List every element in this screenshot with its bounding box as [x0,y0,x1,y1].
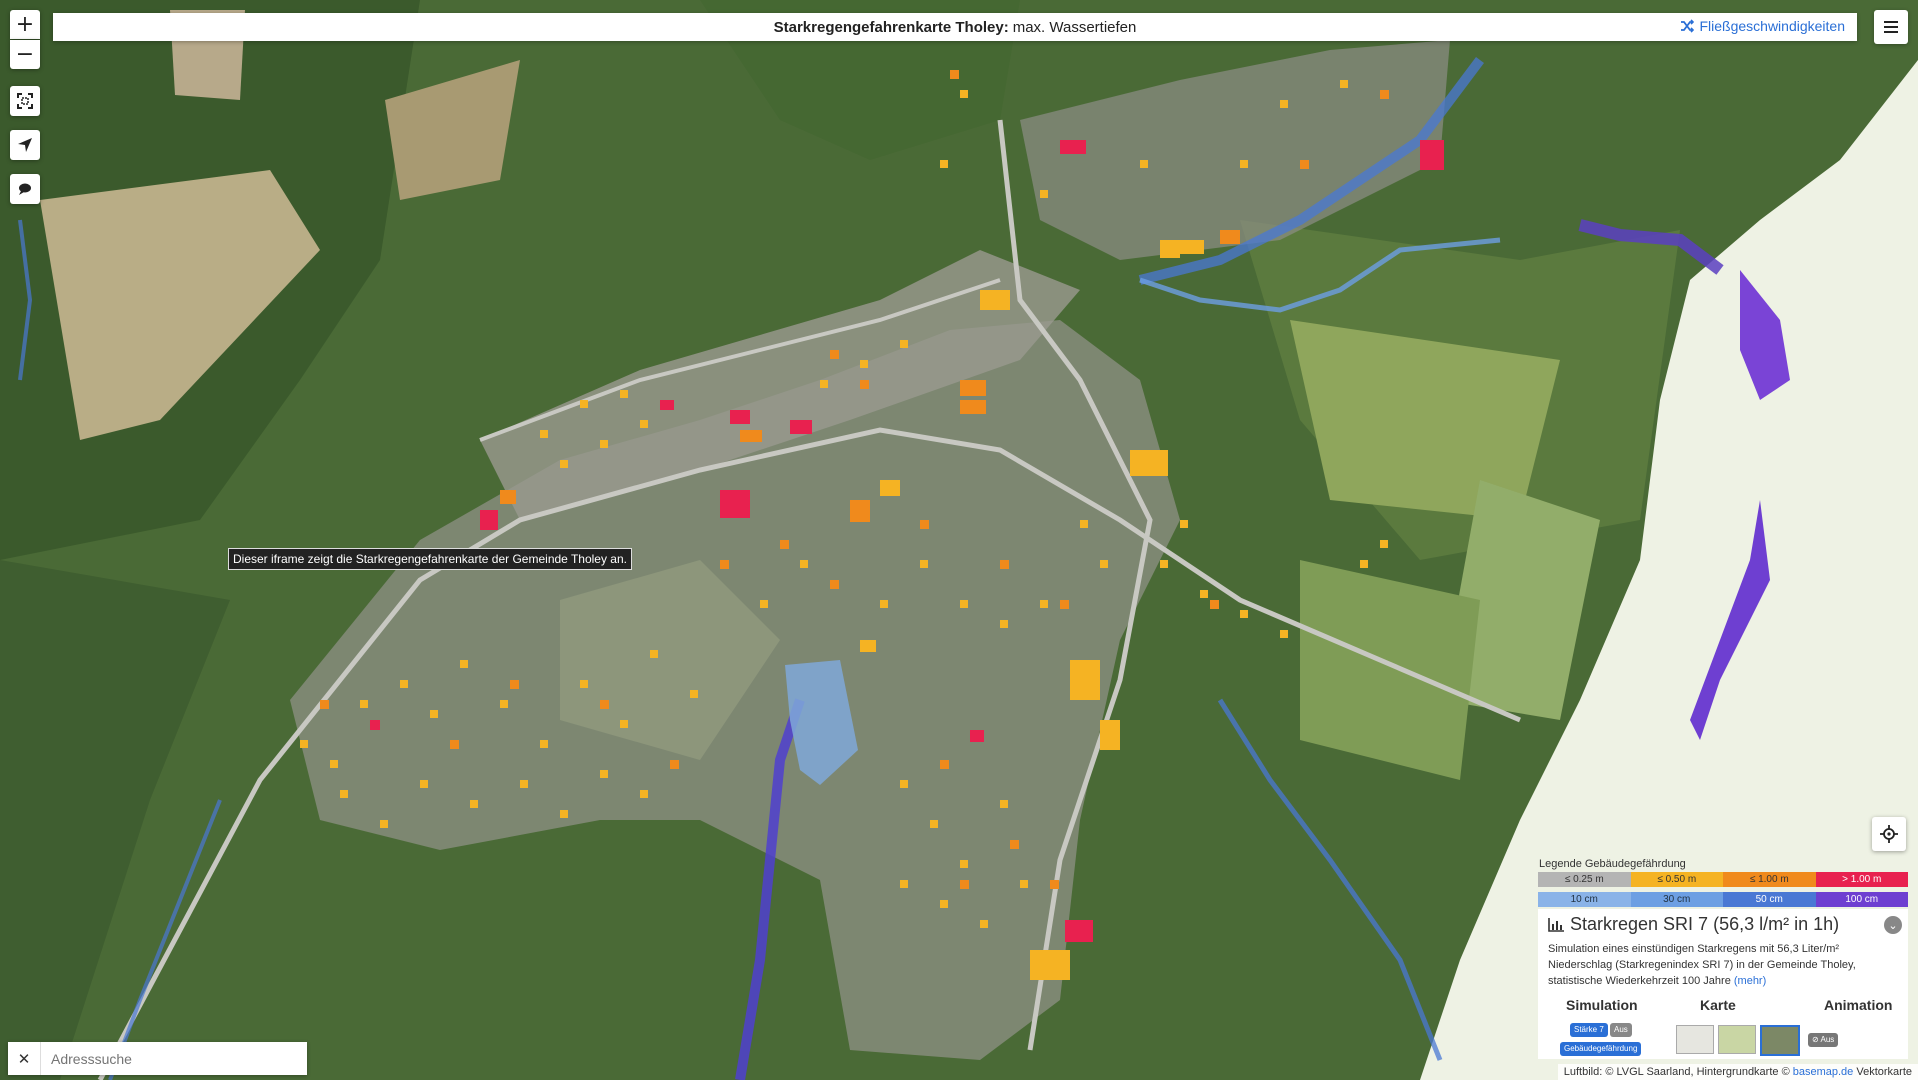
flow-speed-label: Fließgeschwindigkeiten [1699,18,1845,34]
legend-depth-row: 10 cm 30 cm 50 cm 100 cm [1538,892,1908,907]
legend-hazard-row: ≤ 0.25 m ≤ 0.50 m ≤ 1.00 m > 1.00 m [1538,872,1908,887]
legend-hazard-item: ≤ 1.00 m [1723,872,1816,887]
zoom-in-button[interactable]: + [10,10,40,39]
legend-hazard-item: ≤ 0.25 m [1538,872,1631,887]
basemap-topo-thumbnail[interactable] [1718,1025,1756,1054]
address-search: ✕ [8,1042,307,1075]
more-link[interactable]: (mehr) [1734,975,1766,987]
fullscreen-button[interactable] [10,86,40,116]
clear-search-icon[interactable]: ✕ [8,1042,41,1075]
geolocate-button[interactable] [1872,817,1906,851]
building-hazard-button[interactable]: Gebäudegefährdung [1560,1042,1642,1056]
legend-hazard-item: ≤ 0.50 m [1630,872,1723,887]
scenario-title: Starkregen SRI 7 (56,3 l/m² in 1h) [1548,914,1839,935]
iframe-tooltip: Dieser iframe zeigt die Starkregengefahr… [228,548,632,570]
scenario-panel: Starkregen SRI 7 (56,3 l/m² in 1h) ⌄ Sim… [1538,909,1908,1059]
feedback-button[interactable] [10,174,40,204]
simulation-off-button[interactable]: Aus [1610,1023,1632,1037]
fullscreen-icon [17,93,33,109]
simulation-heading: Simulation [1566,997,1638,1013]
attribution-text: Luftbild: © LVGL Saarland, Hintergrundka… [1563,1066,1790,1078]
legend-title: Legende Gebäudegefährdung [1539,858,1686,870]
intensity-button[interactable]: Stärke 7 [1570,1023,1608,1037]
speech-bubble-icon [19,183,31,195]
basemap-link[interactable]: basemap.de [1793,1066,1854,1078]
basemap-gray-thumbnail[interactable] [1676,1025,1714,1054]
legend-depth-item: 10 cm [1538,892,1631,907]
scenario-title-text: Starkregen SRI 7 (56,3 l/m² in 1h) [1570,914,1840,934]
address-search-input[interactable] [41,1049,303,1068]
title-bar: Starkregengefahrenkarte Tholey: max. Was… [53,13,1857,41]
animation-off-button[interactable]: ⊘ Aus [1808,1033,1839,1047]
navigation-arrow-icon [18,138,32,152]
legend-depth-item: 30 cm [1630,892,1723,907]
flow-speed-link[interactable]: Fließgeschwindigkeiten [1680,18,1845,34]
map-heading: Karte [1700,997,1736,1013]
crosshair-icon [1880,825,1898,843]
legend-depth-item: 100 cm [1815,892,1908,907]
menu-button[interactable] [1874,10,1908,44]
shuffle-icon [1681,19,1695,33]
bar-chart-icon [1548,917,1564,932]
title-bold: Starkregengefahrenkarte Tholey: [773,18,1009,36]
legend-hazard-item: > 1.00 m [1815,872,1908,887]
locate-button[interactable] [10,130,40,160]
animation-heading: Animation [1824,997,1893,1013]
collapse-chevron-icon[interactable]: ⌄ [1884,916,1902,934]
attribution-suffix: Vektorkarte [1856,1066,1912,1078]
zoom-out-button[interactable]: − [10,40,40,69]
basemap-aerial-thumbnail[interactable] [1760,1025,1800,1056]
title-subtitle: max. Wassertiefen [1012,18,1137,36]
scenario-description-text: Simulation eines einstündigen Starkregen… [1548,943,1856,987]
map-attribution: Luftbild: © LVGL Saarland, Hintergrundka… [1557,1064,1918,1080]
scenario-description: Simulation eines einstündigen Starkregen… [1548,941,1900,989]
legend-depth-item: 50 cm [1723,892,1816,907]
hamburger-icon [1884,21,1898,33]
